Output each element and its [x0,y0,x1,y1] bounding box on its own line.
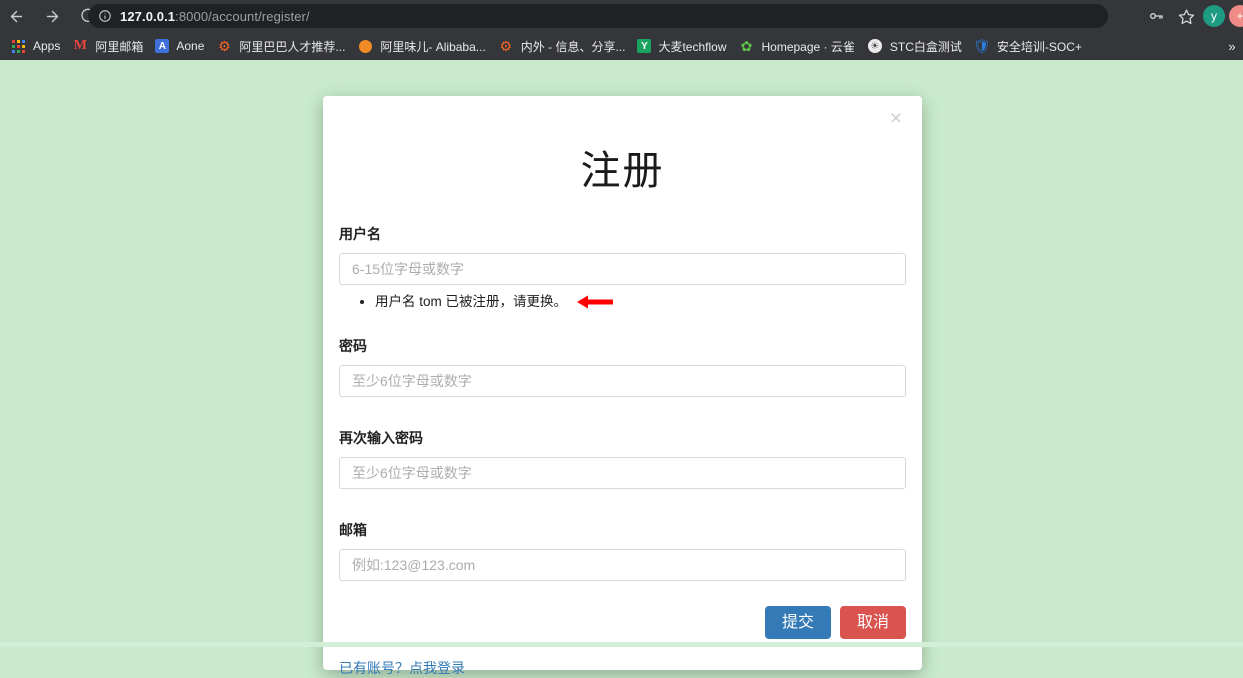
leaf-icon: ✿ [740,37,753,54]
login-link[interactable]: 已有账号？点我登录 [339,658,465,678]
aone-a-icon: A [155,39,170,53]
bookmark-label: 内外 - 信息、分享... [520,39,626,54]
email-input[interactable] [339,548,906,581]
star-bookmark-icon[interactable] [1173,3,1199,29]
bookmark-label: Apps [33,39,61,53]
username-input[interactable] [339,253,906,285]
bookmark-label: Homepage · 云雀 [761,39,855,54]
field-label-email: 邮箱 [339,521,367,538]
register-form: 用户名 用户名 tom 已被注册，请更换。 密码 再次输入密码 [323,224,922,581]
address-bar[interactable]: 127.0.0.1:8000/account/register/ [88,4,1108,28]
orange-fruit-icon [357,38,373,54]
bookmarks-overflow-button[interactable]: » [1223,36,1241,56]
username-error-list: 用户名 tom 已被注册，请更换。 [339,291,906,313]
submit-button[interactable]: 提交 [764,605,831,639]
field-password: 密码 [339,336,906,397]
bookmark-label: 阿里巴巴人才推荐... [239,39,346,54]
bookmark-aone[interactable]: A Aone [149,34,210,58]
avatar-initial: y [1211,9,1217,23]
field-label-password: 密码 [339,337,367,354]
shield-icon: 🛡 [973,37,991,54]
bookmark-label: 安全培训-SOC+ [996,39,1082,54]
bookmark-label: Aone [176,39,205,53]
field-email: 邮箱 [339,520,906,581]
gear-icon: ⚙ [218,37,231,54]
url-host: 127.0.0.1 [120,8,176,24]
bookmark-label: 阿里味儿- Alibaba... [380,39,486,54]
secondary-avatar[interactable]: + [1229,5,1243,27]
key-icon[interactable] [1143,3,1169,29]
site-information-icon[interactable] [98,9,112,23]
gear-icon: ⚙ [499,37,513,54]
bookmark-apps[interactable]: Apps [4,34,66,58]
globe-icon: ☀ [867,38,883,54]
bookmark-alimail[interactable]: M 阿里邮箱 [66,34,149,58]
toolbar-right-controls: y + [1143,0,1243,32]
form-actions: 提交 取消 [323,605,922,639]
cancel-button[interactable]: 取消 [839,605,906,639]
profile-avatar[interactable]: y [1203,5,1225,27]
password-input[interactable] [339,364,906,397]
secondary-avatar-glyph: + [1236,9,1243,23]
horizontal-scrollbar-track[interactable] [0,642,1243,647]
bookmark-stc-whitebox[interactable]: ☀ STC白盒测试 [861,34,968,58]
forward-button[interactable] [38,2,66,30]
y-square-icon: Y [637,39,652,53]
bookmark-neiwai[interactable]: ⚙ 内外 - 信息、分享... [492,34,632,58]
page-title: 注册 [580,149,665,193]
bookmark-damai-techflow[interactable]: Y 大麦techflow [631,34,732,58]
bookmark-label: 阿里邮箱 [95,39,144,54]
mail-m-icon: M [73,38,87,53]
bookmark-aliweir[interactable]: 阿里味儿- Alibaba... [351,34,491,58]
url-path: :8000/account/register/ [175,8,310,24]
page-body: × 注册 用户名 用户名 tom 已被注册，请更换。 密码 [0,60,1243,676]
username-error-message: 用户名 tom 已被注册，请更换。 [375,291,906,313]
bookmark-security-training[interactable]: 🛡 安全培训-SOC+ [968,34,1088,58]
bookmark-talent-recommend[interactable]: ⚙ 阿里巴巴人才推荐... [210,34,351,58]
close-icon[interactable]: × [884,104,908,133]
bookmarks-bar: Apps M 阿里邮箱 A Aone ⚙ 阿里巴巴人才推荐... 阿里味儿- A… [0,32,1243,60]
bookmark-label: 大麦techflow [658,39,727,54]
browser-toolbar: 127.0.0.1:8000/account/register/ y + [0,0,1243,32]
field-username: 用户名 用户名 tom 已被注册，请更换。 [339,224,906,313]
browser-chrome: 127.0.0.1:8000/account/register/ y + App… [0,0,1243,60]
bookmark-label: STC白盒测试 [889,39,962,54]
url-text: 127.0.0.1:8000/account/register/ [120,9,310,24]
register-modal: × 注册 用户名 用户名 tom 已被注册，请更换。 密码 [323,96,922,676]
password-confirm-input[interactable] [339,456,906,489]
back-button[interactable] [2,2,30,30]
field-label-username: 用户名 [339,226,381,242]
field-password-confirm: 再次输入密码 [339,428,906,489]
annotation-left-arrow-icon [577,295,613,309]
field-label-password-confirm: 再次输入密码 [339,429,423,446]
apps-grid-icon [10,38,26,54]
bookmark-homepage-yunque[interactable]: ✿ Homepage · 云雀 [733,34,861,58]
